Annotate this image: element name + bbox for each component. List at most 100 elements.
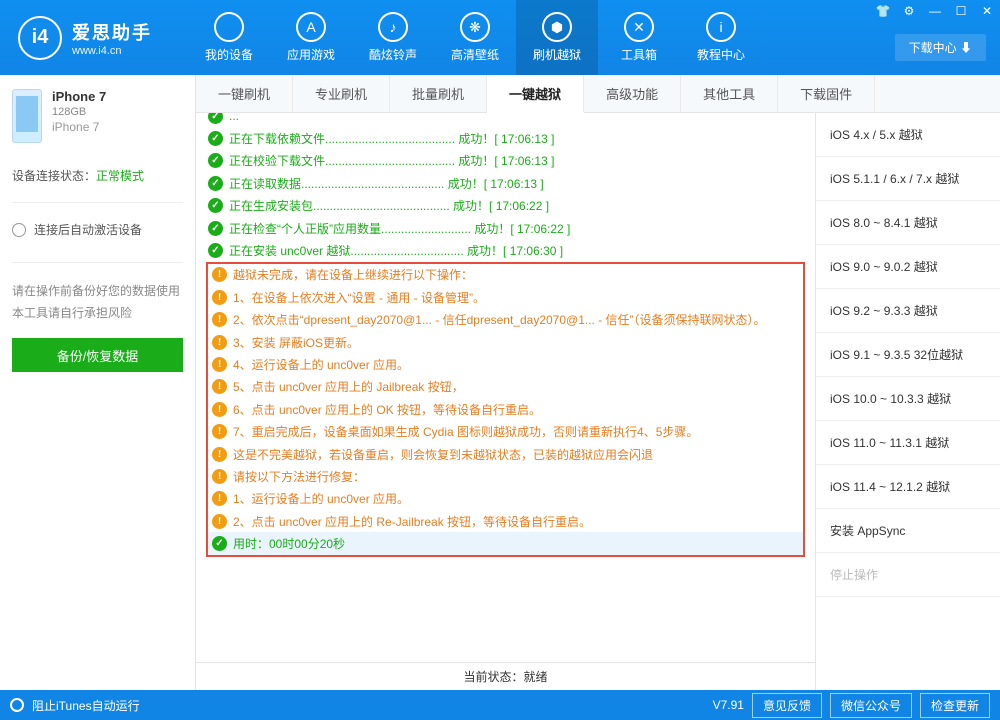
version-label: V7.91 <box>713 698 744 712</box>
sidebar: iPhone 7 128GB iPhone 7 设备连接状态：正常模式 连接后自… <box>0 75 196 690</box>
subtab-2[interactable]: 批量刷机 <box>390 75 487 112</box>
instruction-box: !越狱未完成，请在设备上继续进行以下操作：!1、在设备上依次进入“设置 - 通用… <box>206 262 805 557</box>
stop-operation: 停止操作 <box>816 553 1000 597</box>
itunes-block-toggle[interactable]: 阻止iTunes自动运行 <box>32 697 140 714</box>
toggle-icon[interactable] <box>10 698 24 712</box>
nav-6[interactable]: i教程中心 <box>680 0 762 75</box>
nav-icon: ❋ <box>460 12 490 42</box>
nav-icon: i <box>706 12 736 42</box>
device-name: iPhone 7 <box>52 89 106 104</box>
log-output: ✓...✓正在下载依赖文件...........................… <box>196 113 815 662</box>
backup-warning: 请在操作前备份好您的数据使用本工具请自行承担风险 <box>12 262 183 324</box>
log-line: ✓正在读取数据.................................… <box>204 172 807 194</box>
warn-icon: ! <box>212 312 227 327</box>
warn-icon: ! <box>212 402 227 417</box>
log-line: ✓用时：00时00分20秒 <box>208 532 803 554</box>
check-icon: ✓ <box>212 536 227 551</box>
nav-icon: ✕ <box>624 12 654 42</box>
version-item[interactable]: iOS 8.0 ~ 8.4.1 越狱 <box>816 201 1000 245</box>
log-panel: ✓...✓正在下载依赖文件...........................… <box>196 113 815 690</box>
log-line: !5、点击 unc0ver 应用上的 Jailbreak 按钮， <box>208 376 803 398</box>
version-item[interactable]: iOS 11.0 ~ 11.3.1 越狱 <box>816 421 1000 465</box>
log-line: ✓正在安装 unc0ver 越狱........................… <box>204 239 807 261</box>
log-line: !越狱未完成，请在设备上继续进行以下操作： <box>208 264 803 286</box>
feedback-button[interactable]: 意见反馈 <box>752 693 822 718</box>
subtab-5[interactable]: 其他工具 <box>681 75 778 112</box>
nav-4[interactable]: ⬢刷机越狱 <box>516 0 598 75</box>
window-controls: 👕 ⚙ — ☐ ✕ <box>870 0 1000 22</box>
subtab-4[interactable]: 高级功能 <box>584 75 681 112</box>
version-item[interactable]: 安装 AppSync <box>816 509 1000 553</box>
device-model: iPhone 7 <box>52 120 106 134</box>
download-center-button[interactable]: 下载中心 ⬇ <box>895 34 986 61</box>
version-item[interactable]: iOS 10.0 ~ 10.3.3 越狱 <box>816 377 1000 421</box>
log-line: !2、点击 unc0ver 应用上的 Re-Jailbreak 按钮，等待设备自… <box>208 510 803 532</box>
radio-icon <box>12 223 26 237</box>
log-line: ✓正在生成安装包................................… <box>204 195 807 217</box>
skin-icon[interactable]: 👕 <box>870 0 896 22</box>
nav-3[interactable]: ❋高清壁纸 <box>434 0 516 75</box>
warn-icon: ! <box>212 491 227 506</box>
app-name: 爱思助手 <box>72 19 152 45</box>
minimize-button[interactable]: — <box>922 0 948 22</box>
version-item[interactable]: iOS 9.2 ~ 9.3.3 越狱 <box>816 289 1000 333</box>
log-line: !6、点击 unc0ver 应用上的 OK 按钮，等待设备自行重启。 <box>208 398 803 420</box>
sub-tabs: 一键刷机专业刷机批量刷机一键越狱高级功能其他工具下载固件 <box>196 75 1000 113</box>
subtab-6[interactable]: 下载固件 <box>778 75 875 112</box>
nav-icon: ⬢ <box>542 12 572 42</box>
nav-1[interactable]: A应用游戏 <box>270 0 352 75</box>
warn-icon: ! <box>212 424 227 439</box>
log-line: !这是不完美越狱，若设备重启，则会恢复到未越狱状态，已装的越狱应用会闪退 <box>208 443 803 465</box>
nav-icon: ♪ <box>378 12 408 42</box>
check-icon: ✓ <box>208 131 223 146</box>
warn-icon: ! <box>212 514 227 529</box>
main-area: 一键刷机专业刷机批量刷机一键越狱高级功能其他工具下载固件 ✓...✓正在下载依赖… <box>196 75 1000 690</box>
check-icon: ✓ <box>208 221 223 236</box>
nav-2[interactable]: ♪酷炫铃声 <box>352 0 434 75</box>
log-line: !2、依次点击“dpresent_day2070@1... - 信任dprese… <box>208 309 803 331</box>
log-line: !7、重启完成后，设备桌面如果生成 Cydia 图标则越狱成功，否则请重新执行4… <box>208 420 803 442</box>
nav-5[interactable]: ✕工具箱 <box>598 0 680 75</box>
version-item[interactable]: iOS 4.x / 5.x 越狱 <box>816 113 1000 157</box>
device-icon <box>12 89 42 143</box>
warn-icon: ! <box>212 290 227 305</box>
warn-icon: ! <box>212 469 227 484</box>
warn-icon: ! <box>212 335 227 350</box>
log-line: !请按以下方法进行修复： <box>208 465 803 487</box>
check-icon: ✓ <box>208 243 223 258</box>
log-line: !1、在设备上依次进入“设置 - 通用 - 设备管理”。 <box>208 286 803 308</box>
maximize-button[interactable]: ☐ <box>948 0 974 22</box>
device-capacity: 128GB <box>52 106 106 118</box>
subtab-1[interactable]: 专业刷机 <box>293 75 390 112</box>
logo-icon: i4 <box>18 16 62 60</box>
version-item[interactable]: iOS 9.0 ~ 9.0.2 越狱 <box>816 245 1000 289</box>
check-icon: ✓ <box>208 198 223 213</box>
warn-icon: ! <box>212 357 227 372</box>
subtab-3[interactable]: 一键越狱 <box>487 75 584 113</box>
nav-icon <box>214 12 244 42</box>
log-line: !1、运行设备上的 unc0ver 应用。 <box>208 488 803 510</box>
check-update-button[interactable]: 检查更新 <box>920 693 990 718</box>
version-list: iOS 4.x / 5.x 越狱iOS 5.1.1 / 6.x / 7.x 越狱… <box>815 113 1000 690</box>
log-line: !4、运行设备上的 unc0ver 应用。 <box>208 353 803 375</box>
settings-icon[interactable]: ⚙ <box>896 0 922 22</box>
version-item[interactable]: iOS 11.4 ~ 12.1.2 越狱 <box>816 465 1000 509</box>
app-url: www.i4.cn <box>72 45 152 57</box>
version-item[interactable]: iOS 5.1.1 / 6.x / 7.x 越狱 <box>816 157 1000 201</box>
status-bar: 当前状态：就绪 <box>196 662 815 690</box>
nav-0[interactable]: 我的设备 <box>188 0 270 75</box>
device-card: iPhone 7 128GB iPhone 7 <box>12 89 183 143</box>
backup-restore-button[interactable]: 备份/恢复数据 <box>12 338 183 372</box>
close-button[interactable]: ✕ <box>974 0 1000 22</box>
warn-icon: ! <box>212 267 227 282</box>
main-nav: 我的设备A应用游戏♪酷炫铃声❋高清壁纸⬢刷机越狱✕工具箱i教程中心 <box>188 0 762 75</box>
subtab-0[interactable]: 一键刷机 <box>196 75 293 112</box>
wechat-button[interactable]: 微信公众号 <box>830 693 912 718</box>
auto-activate-toggle[interactable]: 连接后自动激活设备 <box>12 202 183 238</box>
check-icon: ✓ <box>208 153 223 168</box>
warn-icon: ! <box>212 379 227 394</box>
logo: i4 爱思助手 www.i4.cn <box>18 16 188 60</box>
log-line: ✓正在下载依赖文件...............................… <box>204 127 807 149</box>
version-item[interactable]: iOS 9.1 ~ 9.3.5 32位越狱 <box>816 333 1000 377</box>
connection-status: 设备连接状态：正常模式 <box>12 167 183 184</box>
